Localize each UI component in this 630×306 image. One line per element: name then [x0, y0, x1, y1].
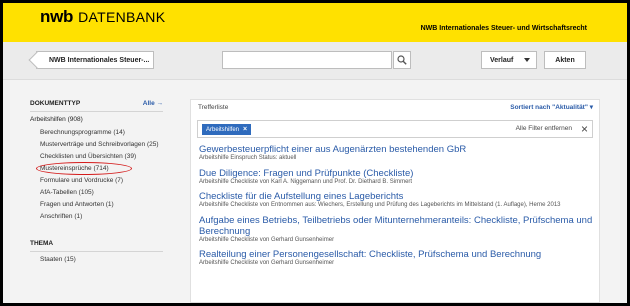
result-meta: Arbeitshilfe Checkliste von Entnommen au… [199, 202, 561, 208]
breadcrumb-label: NWB Internationales Steuer-... [49, 56, 150, 64]
result-item: Realteilung einer Personengesellschaft: … [191, 249, 599, 268]
akten-button[interactable]: Akten [544, 51, 586, 69]
filter-item-staaten[interactable]: Staaten (15) [40, 256, 163, 264]
result-title-link[interactable]: Gewerbesteuerpflicht einer aus Augenärzt… [199, 144, 593, 155]
result-title-link[interactable]: Realteilung einer Personengesellschaft: … [199, 249, 593, 260]
result-title-link[interactable]: Due Diligence: Fragen und Prüfpunkte (Ch… [199, 168, 593, 179]
search-input[interactable] [222, 51, 392, 69]
result-meta: Arbeitshilfe Checkliste von Karl A. Nigg… [199, 178, 413, 185]
filter-sidebar: DOKUMENTTYP Alle → Arbeitshilfen (908) B… [30, 98, 163, 268]
clear-filters-link[interactable]: Alle Filter entfernen [516, 125, 572, 132]
akten-label: Akten [555, 56, 575, 64]
close-icon[interactable]: × [581, 122, 588, 136]
result-title-link[interactable]: Checkliste für die Aufstellung eines Lag… [199, 191, 593, 202]
filter-item-mustereinsprueche[interactable]: Mustereinsprüche (714) [36, 162, 163, 175]
filter-item[interactable]: Berechnungsprogramme (14) [40, 129, 163, 137]
doctype-heading: DOKUMENTTYP [30, 100, 81, 107]
product-tagline: NWB Internationales Steuer- und Wirtscha… [420, 25, 587, 32]
filter-group-arbeitshilfen[interactable]: Arbeitshilfen (908) [30, 116, 163, 123]
divider [30, 251, 163, 252]
verlauf-label: Verlauf [490, 56, 514, 64]
sort-dropdown[interactable]: Sortiert nach "Aktualität" ▾ [510, 103, 593, 111]
result-item: Gewerbesteuerpflicht einer aus Augenärzt… [191, 144, 599, 163]
filter-item[interactable]: AfA-Tabellen (105) [40, 189, 163, 197]
active-filter-bar: Arbeitshilfen × Alle Filter entfernen × [197, 120, 593, 138]
thema-header: THEMA [30, 238, 163, 249]
doctype-header: DOKUMENTTYP Alle → [30, 98, 163, 109]
results-title: Trefferliste [198, 103, 229, 111]
alle-link[interactable]: Alle → [143, 100, 163, 107]
filter-item[interactable]: Fragen und Antworten (1) [40, 201, 163, 209]
divider [30, 111, 163, 112]
filter-item[interactable]: Formulare und Vordrucke (7) [40, 177, 163, 185]
breadcrumb-back-button[interactable]: NWB Internationales Steuer-... [28, 51, 154, 69]
result-meta: Arbeitshilfe Checkliste von Gerhard Guns… [199, 236, 335, 243]
search-icon [397, 55, 407, 65]
red-annotation-circle [36, 162, 132, 175]
result-item: Due Diligence: Fragen und Prüfpunkte (Ch… [191, 168, 599, 187]
verlauf-dropdown[interactable]: Verlauf [481, 51, 537, 69]
result-item: Checkliste für die Aufstellung eines Lag… [191, 191, 599, 210]
thema-heading: THEMA [30, 240, 54, 247]
filter-item[interactable]: Musterverträge und Schreibvorlagen (25) [40, 141, 163, 149]
chevron-down-icon [524, 58, 530, 62]
filter-chip[interactable]: Arbeitshilfen × [202, 124, 252, 135]
result-item: Aufgabe eines Betriebs, Teilbetriebs ode… [191, 215, 599, 245]
site-header: nwb DATENBANK NWB Internationales Steuer… [3, 3, 627, 42]
result-meta: Arbeitshilfe Einspruch Status: aktuell [199, 155, 297, 161]
app-frame: nwb DATENBANK NWB Internationales Steuer… [3, 3, 627, 303]
logo-main-text: nwb [40, 7, 74, 26]
filter-chip-label: Arbeitshilfen [206, 126, 240, 133]
results-list: Gewerbesteuerpflicht einer aus Augenärzt… [191, 144, 599, 268]
back-chevron-icon [28, 51, 46, 69]
nwb-logo[interactable]: nwb DATENBANK [40, 7, 165, 27]
results-panel: Trefferliste Sortiert nach "Aktualität" … [190, 99, 600, 303]
result-title-link[interactable]: Aufgabe eines Betriebs, Teilbetriebs ode… [199, 215, 593, 237]
logo-sub-text: DATENBANK [78, 9, 166, 25]
filter-item[interactable]: Anschriften (1) [40, 213, 163, 221]
filter-item[interactable]: Checklisten und Übersichten (39) [40, 153, 163, 161]
search-button[interactable] [393, 51, 411, 69]
result-meta: Arbeitshilfe Checkliste von Gerhard Guns… [199, 260, 335, 266]
remove-filter-icon[interactable]: × [243, 126, 247, 133]
toolbar: NWB Internationales Steuer-... Verlauf A… [3, 42, 627, 80]
results-header: Trefferliste Sortiert nach "Aktualität" … [191, 100, 599, 114]
